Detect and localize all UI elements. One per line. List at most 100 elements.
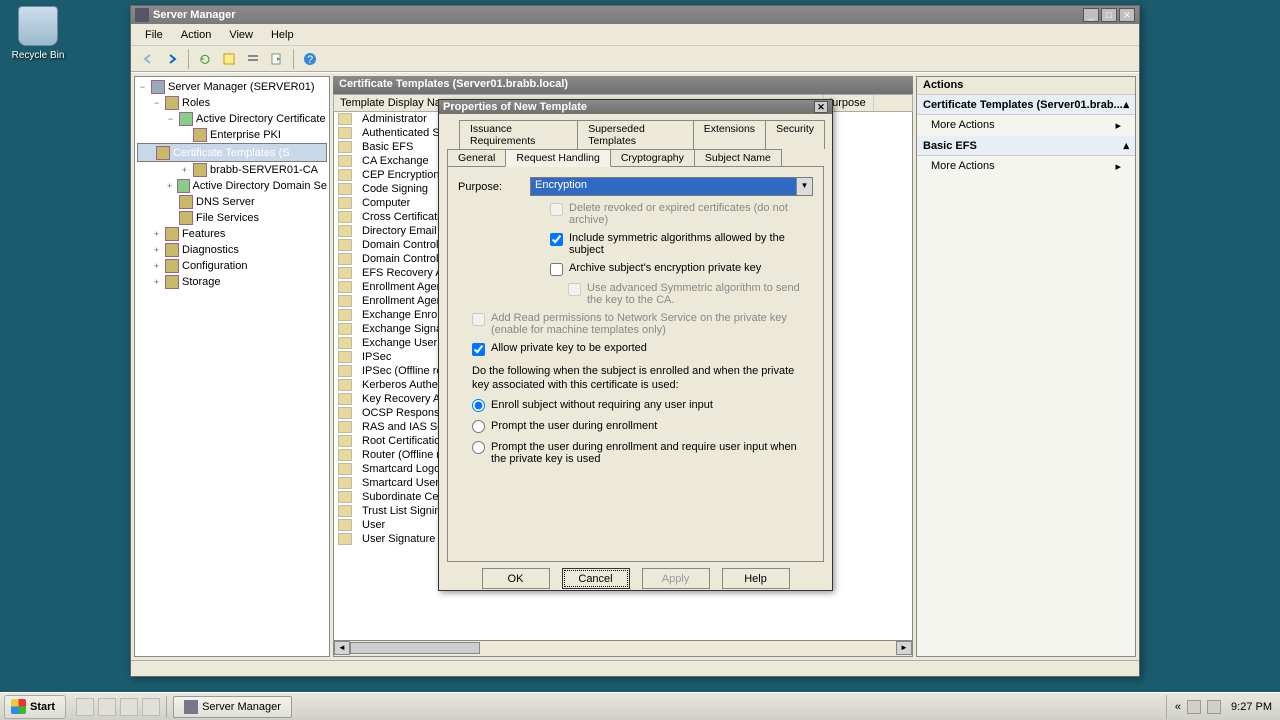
scroll-thumb[interactable] xyxy=(350,642,480,654)
tree-ca[interactable]: +brabb-SERVER01-CA xyxy=(137,162,327,178)
actions-section-basic-efs[interactable]: Basic EFS▴ xyxy=(917,136,1135,156)
tab-general[interactable]: General xyxy=(447,149,506,166)
tree-certificate-templates[interactable]: Certificate Templates (S xyxy=(137,143,327,162)
radio-prompt-enroll[interactable]: Prompt the user during enrollment xyxy=(472,420,813,433)
template-icon xyxy=(338,183,352,195)
ok-button[interactable]: OK xyxy=(482,568,550,589)
tray-clock[interactable]: 9:27 PM xyxy=(1231,701,1272,713)
chk-archive[interactable]: Archive subject's encryption private key xyxy=(550,262,813,276)
tab-issuance[interactable]: Issuance Requirements xyxy=(459,120,578,149)
chk-allow-export[interactable]: Allow private key to be exported xyxy=(472,342,813,356)
ql-show-desktop[interactable] xyxy=(76,698,94,716)
help-button[interactable]: Help xyxy=(722,568,790,589)
radio-no-input[interactable]: Enroll subject without requiring any use… xyxy=(472,399,813,412)
template-icon xyxy=(338,463,352,475)
dialog-close-button[interactable]: ✕ xyxy=(814,101,828,113)
tree-dns[interactable]: DNS Server xyxy=(137,194,327,210)
tab-panel: Purpose: Encryption ▼ Delete revoked or … xyxy=(447,166,824,562)
system-tray: « 9:27 PM xyxy=(1166,695,1280,719)
actions-more-2[interactable]: More Actions▸ xyxy=(917,156,1135,177)
menu-view[interactable]: View xyxy=(221,27,261,43)
apply-button[interactable]: Apply xyxy=(642,568,710,589)
purpose-dropdown[interactable]: Encryption ▼ xyxy=(530,177,813,196)
help-icon: ? xyxy=(303,52,317,66)
chk-advanced-symmetric: Use advanced Symmetric algorithm to send… xyxy=(568,282,813,306)
menu-action[interactable]: Action xyxy=(173,27,220,43)
tree-diagnostics[interactable]: +Diagnostics xyxy=(137,242,327,258)
scroll-right-button[interactable]: ► xyxy=(896,641,912,655)
template-icon xyxy=(338,169,352,181)
tree-configuration[interactable]: +Configuration xyxy=(137,258,327,274)
chk-delete-revoked: Delete revoked or expired certificates (… xyxy=(550,202,813,226)
task-server-manager[interactable]: Server Manager xyxy=(173,696,292,718)
purpose-value: Encryption xyxy=(535,179,587,191)
help-button[interactable]: ? xyxy=(299,48,321,70)
menu-file[interactable]: File xyxy=(137,27,171,43)
forward-button[interactable] xyxy=(161,48,183,70)
export-icon xyxy=(270,52,284,66)
ql-ie[interactable] xyxy=(120,698,138,716)
titlebar[interactable]: Server Manager _ □ ✕ xyxy=(131,6,1139,24)
actions-header: Actions xyxy=(917,77,1135,95)
close-button[interactable]: ✕ xyxy=(1119,8,1135,22)
template-icon xyxy=(338,393,352,405)
tray-icon-1[interactable] xyxy=(1187,700,1201,714)
taskbar: Start Server Manager « 9:27 PM xyxy=(0,692,1280,720)
menu-help[interactable]: Help xyxy=(263,27,302,43)
export-button[interactable] xyxy=(266,48,288,70)
tab-extensions[interactable]: Extensions xyxy=(693,120,766,149)
tab-cryptography[interactable]: Cryptography xyxy=(610,149,695,166)
chevron-right-icon: ▸ xyxy=(1115,119,1121,132)
tray-expand[interactable]: « xyxy=(1175,701,1181,713)
tray-icon-2[interactable] xyxy=(1207,700,1221,714)
tree-enterprise-pki[interactable]: Enterprise PKI xyxy=(137,127,327,143)
tree-storage[interactable]: +Storage xyxy=(137,274,327,290)
template-icon xyxy=(338,449,352,461)
tree-adds[interactable]: +Active Directory Domain Se xyxy=(137,178,327,194)
minimize-button[interactable]: _ xyxy=(1083,8,1099,22)
recycle-bin-label: Recycle Bin xyxy=(8,50,68,61)
tree-roles[interactable]: −Roles xyxy=(137,95,327,111)
tree-file-services[interactable]: File Services xyxy=(137,210,327,226)
template-icon xyxy=(338,351,352,363)
tree-adcs[interactable]: −Active Directory Certificate xyxy=(137,111,327,127)
template-icon xyxy=(338,491,352,503)
properties-button[interactable] xyxy=(218,48,240,70)
start-button[interactable]: Start xyxy=(4,695,66,719)
chk-symmetric[interactable]: Include symmetric algorithms allowed by … xyxy=(550,232,813,256)
tree-pane[interactable]: −Server Manager (SERVER01) −Roles −Activ… xyxy=(134,76,330,657)
template-icon xyxy=(338,379,352,391)
list-button[interactable] xyxy=(242,48,264,70)
tab-superseded[interactable]: Superseded Templates xyxy=(577,120,693,149)
scroll-left-button[interactable]: ◄ xyxy=(334,641,350,655)
template-icon xyxy=(338,505,352,517)
desktop-recycle-bin[interactable]: Recycle Bin xyxy=(8,6,68,61)
properties-icon xyxy=(222,52,236,66)
template-icon xyxy=(338,309,352,321)
template-icon xyxy=(338,253,352,265)
tree-features[interactable]: +Features xyxy=(137,226,327,242)
tab-request-handling[interactable]: Request Handling xyxy=(505,149,610,167)
actions-section-templates[interactable]: Certificate Templates (Server01.brab...▴ xyxy=(917,95,1135,115)
ql-server-manager[interactable] xyxy=(142,698,160,716)
chk-read-permissions: Add Read permissions to Network Service … xyxy=(472,312,813,336)
actions-more-1[interactable]: More Actions▸ xyxy=(917,115,1135,136)
tree-root[interactable]: −Server Manager (SERVER01) xyxy=(137,79,327,95)
maximize-button[interactable]: □ xyxy=(1101,8,1117,22)
dialog-titlebar[interactable]: Properties of New Template ✕ xyxy=(439,100,832,114)
tab-security[interactable]: Security xyxy=(765,120,825,149)
template-icon xyxy=(338,281,352,293)
cancel-button[interactable]: Cancel xyxy=(562,568,630,589)
enrollment-prompt-text: Do the following when the subject is enr… xyxy=(472,364,799,393)
ql-explorer[interactable] xyxy=(98,698,116,716)
horizontal-scrollbar[interactable]: ◄ ► xyxy=(333,641,913,657)
radio-prompt-key[interactable]: Prompt the user during enrollment and re… xyxy=(472,441,813,465)
tab-row-front: General Request Handling Cryptography Su… xyxy=(447,149,824,166)
back-button[interactable] xyxy=(137,48,159,70)
svg-text:?: ? xyxy=(307,54,313,66)
dialog-title: Properties of New Template xyxy=(443,101,587,113)
start-label: Start xyxy=(30,701,55,713)
tab-row-back: Issuance Requirements Superseded Templat… xyxy=(459,120,824,149)
refresh-button[interactable] xyxy=(194,48,216,70)
tab-subject-name[interactable]: Subject Name xyxy=(694,149,782,166)
